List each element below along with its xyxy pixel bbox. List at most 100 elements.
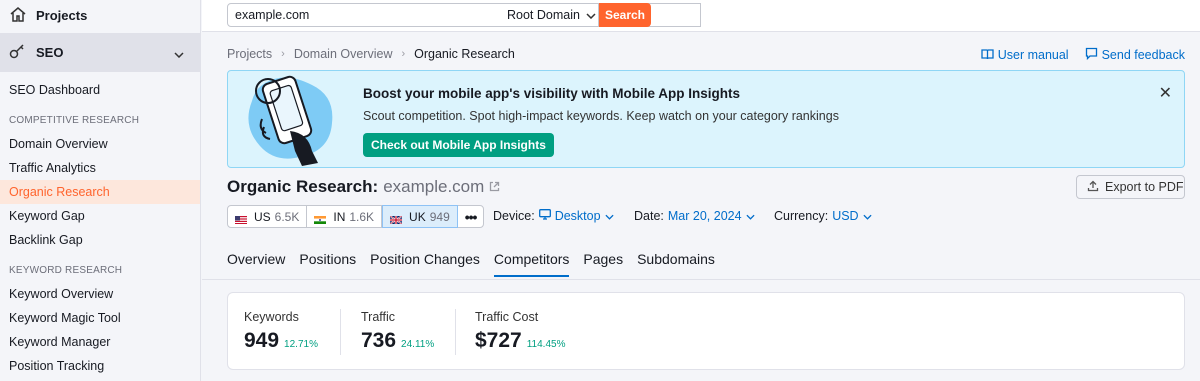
sidebar-item-keyword-manager[interactable]: Keyword Manager: [0, 330, 200, 354]
page-title-domain[interactable]: example.com: [383, 177, 484, 197]
summary-stats-card: Keywords 949 12.71% Traffic 736 24.11% T…: [227, 292, 1185, 370]
upload-icon: [1087, 180, 1099, 195]
tab-overview[interactable]: Overview: [227, 251, 285, 277]
tab-position-changes[interactable]: Position Changes: [370, 251, 480, 277]
currency-filter[interactable]: Currency: USD: [774, 209, 872, 223]
sidebar-item-keyword-magic-tool[interactable]: Keyword Magic Tool: [0, 306, 200, 330]
mobile-app-insights-button[interactable]: Check out Mobile App Insights: [363, 133, 554, 157]
user-manual-label: User manual: [997, 48, 1069, 62]
chat-icon: [1085, 47, 1098, 63]
more-databases-button[interactable]: •••: [458, 206, 484, 227]
stat-label: Traffic: [361, 310, 396, 324]
stat-traffic[interactable]: Traffic 736 24.11%: [361, 310, 434, 353]
breadcrumb-current: Organic Research: [414, 47, 515, 61]
scope-value: Root Domain: [507, 8, 580, 22]
chevron-down-icon: [863, 209, 872, 223]
uk-flag-icon: [389, 213, 403, 225]
stat-divider: [340, 309, 341, 355]
stat-value: 949: [244, 329, 280, 352]
export-pdf-button[interactable]: Export to PDF: [1076, 175, 1185, 199]
stat-label: Traffic Cost: [475, 310, 539, 324]
chevron-right-icon: ›: [401, 48, 406, 60]
currency-label: Currency:: [774, 209, 829, 223]
stat-change: 114.45%: [526, 339, 566, 350]
db-tab-us[interactable]: US 6.5K: [228, 206, 308, 227]
date-label: Date:: [634, 209, 664, 223]
phone-illustration: [240, 71, 340, 167]
stat-keywords[interactable]: Keywords 949 12.71%: [244, 310, 318, 353]
stat-divider: [455, 309, 456, 355]
device-value: Desktop: [554, 209, 601, 223]
sidebar: Projects SEO SEO Dashboard COMPETITIVE R…: [0, 0, 201, 381]
sidebar-section-competitive: COMPETITIVE RESEARCH: [9, 115, 140, 126]
currency-value-wrap: USD: [832, 209, 872, 223]
db-tab-in[interactable]: IN 1.6K: [307, 206, 383, 227]
tab-competitors[interactable]: Competitors: [493, 251, 570, 277]
home-icon: [9, 6, 27, 25]
sidebar-item-organic-research[interactable]: Organic Research: [0, 180, 200, 204]
desktop-icon: [538, 209, 551, 223]
projects-label: Projects: [36, 8, 88, 23]
user-manual-link[interactable]: User manual: [981, 47, 1069, 63]
top-search-bar: ✕ Root Domain Search: [202, 0, 1200, 32]
in-flag-icon: [314, 213, 327, 224]
sidebar-item-traffic-analytics[interactable]: Traffic Analytics: [0, 156, 200, 180]
seo-label: SEO: [36, 45, 64, 60]
db-code: US: [254, 209, 271, 224]
sidebar-item-backlink-gap[interactable]: Backlink Gap: [0, 228, 200, 252]
date-filter[interactable]: Date: Mar 20, 2024: [634, 209, 755, 223]
db-count: 949: [429, 209, 450, 224]
close-icon[interactable]: ✕: [1159, 83, 1172, 103]
device-filter[interactable]: Device: Desktop: [493, 209, 614, 223]
main-content: Projects › Domain Overview › Organic Res…: [202, 33, 1200, 381]
stat-change: 12.71%: [284, 339, 318, 350]
chevron-down-icon: [745, 209, 755, 223]
breadcrumb-projects[interactable]: Projects: [227, 47, 272, 61]
date-value: Mar 20, 2024: [667, 209, 742, 223]
stat-change: 24.11%: [401, 339, 435, 350]
tab-pages[interactable]: Pages: [583, 251, 623, 277]
tabs-divider: [202, 279, 1200, 280]
chevron-down-icon: [586, 8, 596, 22]
chevron-down-icon: [604, 209, 614, 223]
stat-value: 736: [361, 329, 397, 352]
book-icon: [981, 48, 994, 63]
breadcrumb-domain-overview[interactable]: Domain Overview: [294, 47, 393, 61]
date-value-wrap: Mar 20, 2024: [668, 209, 755, 223]
tab-positions[interactable]: Positions: [299, 251, 356, 277]
tab-subdomains[interactable]: Subdomains: [637, 251, 715, 277]
report-tabs: Overview Positions Position Changes Comp…: [227, 251, 729, 277]
search-input[interactable]: [235, 8, 475, 22]
stat-value: $727: [475, 329, 522, 352]
sidebar-item-seo-dashboard[interactable]: SEO Dashboard: [0, 78, 200, 102]
banner-text: Scout competition. Spot high-impact keyw…: [363, 109, 839, 123]
stat-traffic-cost[interactable]: Traffic Cost $727 114.45%: [475, 310, 565, 353]
page-title: Organic Research: example.com: [227, 177, 500, 197]
promo-banner: Boost your mobile app's visibility with …: [227, 70, 1185, 168]
sidebar-item-domain-overview[interactable]: Domain Overview: [0, 132, 200, 156]
scope-select[interactable]: Root Domain: [500, 3, 599, 27]
sidebar-item-position-tracking[interactable]: Position Tracking: [0, 354, 200, 378]
search-button[interactable]: Search: [599, 3, 651, 27]
top-links: User manual Send feedback: [981, 47, 1185, 63]
seo-icon: [8, 42, 26, 63]
us-flag-icon: [235, 213, 247, 224]
sidebar-projects[interactable]: Projects: [0, 0, 200, 31]
export-pdf-label: Export to PDF: [1105, 180, 1184, 194]
stat-label: Keywords: [244, 310, 299, 324]
sidebar-seo-toggle[interactable]: SEO: [0, 33, 200, 72]
sidebar-item-keyword-overview[interactable]: Keyword Overview: [0, 282, 200, 306]
external-link-icon[interactable]: [489, 177, 500, 197]
chevron-down-icon: [174, 46, 184, 61]
db-count: 6.5K: [274, 209, 300, 224]
database-selector: US 6.5K IN 1.6K UK 949 •••: [227, 205, 485, 228]
device-value-wrap: Desktop: [538, 209, 614, 223]
db-tab-uk[interactable]: UK 949: [382, 205, 458, 228]
device-label: Device:: [493, 209, 535, 223]
send-feedback-link[interactable]: Send feedback: [1085, 47, 1185, 63]
currency-value: USD: [832, 209, 859, 223]
db-code: UK: [409, 209, 426, 224]
sidebar-section-keyword: KEYWORD RESEARCH: [9, 265, 123, 276]
sidebar-item-keyword-gap[interactable]: Keyword Gap: [0, 204, 200, 228]
db-code: IN: [333, 209, 346, 224]
